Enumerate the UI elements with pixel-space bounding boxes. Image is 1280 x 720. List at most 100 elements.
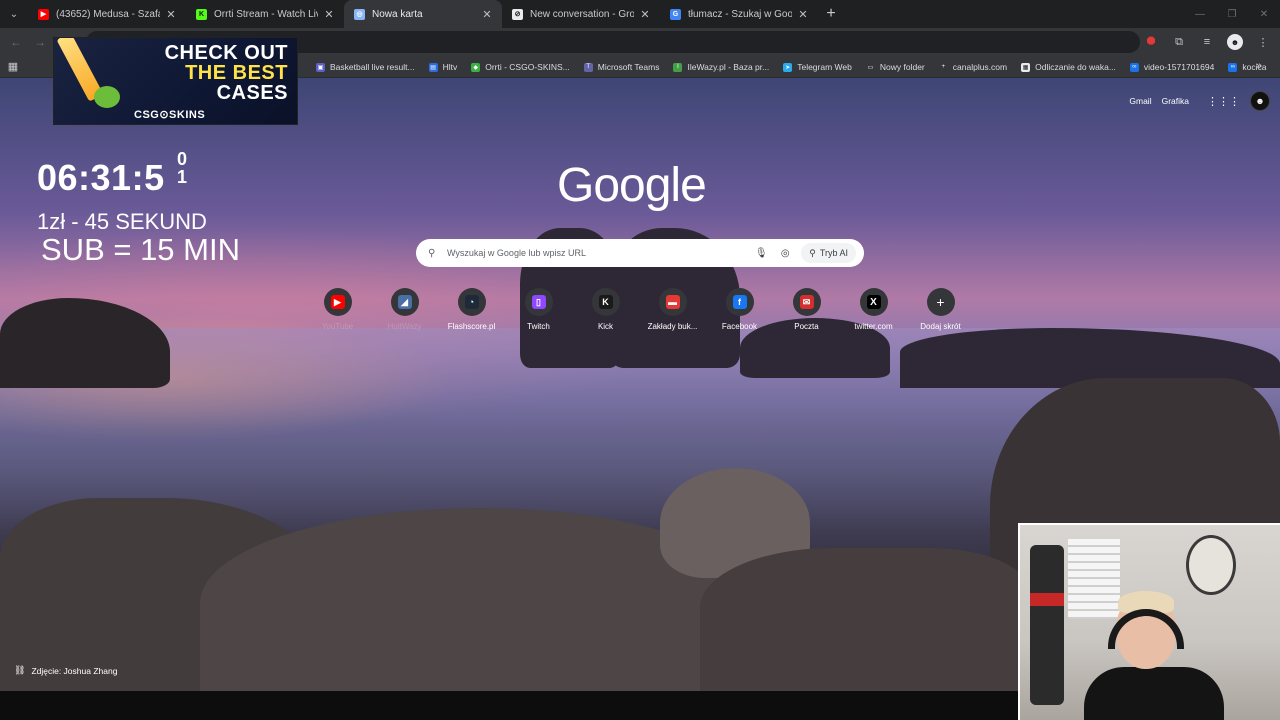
tab-3[interactable]: ⊘ New conversation - Grok ✕ [502, 0, 660, 28]
tab-strip: ⌄ ▶ (43652) Medusa - Szafa (prod. V ✕ K Orrt… [0, 0, 1280, 28]
toolbar-actions: ⯃ ⧉ ≡ ☻ ⋮ [1140, 30, 1274, 54]
photo-credit[interactable]: ⛓ Zdjęcie: Joshua Zhang [14, 665, 117, 676]
sub-rate-text: SUB = 15 MIN [41, 232, 240, 267]
shortcut-label: Kick [597, 322, 614, 331]
shortcut-icon: ✉ [799, 295, 814, 309]
shortcut-tile[interactable]: ◢ HoltWazy [371, 288, 438, 331]
bookmark-item[interactable]: + canalplus.com [933, 57, 1013, 77]
bookmark-item[interactable]: T Microsoft Teams [578, 57, 666, 77]
forward-icon[interactable]: → [28, 30, 52, 54]
account-avatar[interactable]: ☻ [1250, 91, 1270, 111]
bookmark-item[interactable]: ∞ video-1571701694 [1124, 57, 1220, 77]
tab-list: ▶ (43652) Medusa - Szafa (prod. V ✕ K Orrti … [28, 0, 818, 28]
shortcut-tile[interactable]: + Dodaj skrót [907, 288, 974, 331]
extensions-puzzle-icon[interactable]: ⧉ [1168, 31, 1190, 53]
tab-close-icon[interactable]: ✕ [638, 8, 652, 21]
tab-title: New conversation - Grok [530, 8, 634, 20]
extension-red-icon[interactable]: ⯃ [1140, 31, 1162, 53]
microphone-icon[interactable]: 🎙 [749, 248, 773, 259]
shortcut-icon: ◔ [464, 295, 479, 309]
shortcut-tile[interactable]: ▬ Zakłady buk... [639, 288, 706, 331]
shortcut-icon: K [598, 295, 613, 309]
media-controls-icon[interactable]: ≡ [1196, 31, 1218, 53]
tab-0[interactable]: ▶ (43652) Medusa - Szafa (prod. V ✕ [28, 0, 186, 28]
bookmark-label: Basketball live result... [330, 62, 415, 72]
shortcut-label: Dodaj skrót [920, 322, 961, 331]
csgoskins-ad-banner: CHECK OUT THE BEST CASES CSG⊙SKINS [53, 37, 298, 125]
tab-title: Orrti Stream - Watch Live on Kick [214, 8, 318, 20]
ntp-top-links: Gmail Grafika ⋮⋮⋮ ☻ [1129, 91, 1270, 111]
tab-close-icon[interactable]: ✕ [322, 8, 336, 21]
tab-2[interactable]: ◎ Nowa karta ✕ [344, 0, 502, 28]
shortcut-icon: + [936, 294, 945, 310]
images-link[interactable]: Grafika [1162, 96, 1189, 106]
bookmark-item[interactable]: ◆ Orrti - CSGO-SKINS... [465, 57, 576, 77]
shortcut-tile[interactable]: f Facebook [706, 288, 773, 331]
new-tab-button[interactable]: + [818, 1, 844, 27]
shortcut-tile[interactable]: Xtwitter.com [840, 288, 907, 331]
apps-grid-icon[interactable]: ▦ [0, 60, 26, 73]
bookmark-label: canalplus.com [952, 62, 1008, 72]
tab-favicon-icon: K [196, 8, 207, 20]
timer-rolling-digit: 0 1 [171, 150, 193, 186]
bookmark-item[interactable]: I IleWazy.pl - Baza pr... [667, 57, 775, 77]
shortcut-tile[interactable]: ▯ Twitch [505, 288, 572, 331]
shortcut-tile[interactable]: ✉ Poczta [773, 288, 840, 331]
bookmark-item[interactable]: ▭ Nowy folder [860, 57, 931, 77]
shortcut-tiles: ▶ YouTube ◢ HoltWazy ◔ Flashscore.pl ▯ Twitch K K… [304, 288, 974, 331]
bookmark-item[interactable]: ▣ Basketball live result... [310, 57, 421, 77]
tab-close-icon[interactable]: ✕ [796, 8, 810, 21]
tab-close-icon[interactable]: ✕ [164, 8, 178, 21]
bookmark-item[interactable]: ▦ Odliczanie do waka... [1015, 57, 1122, 77]
shortcut-icon: ▯ [531, 295, 546, 309]
bookmark-favicon-icon: ▦ [1021, 62, 1031, 72]
bookmark-label: Telegram Web [797, 62, 852, 72]
search-input[interactable] [442, 248, 750, 258]
shortcut-label: Facebook [721, 322, 758, 331]
minimize-icon[interactable]: — [1184, 0, 1216, 28]
bookmarks-overflow-icon[interactable]: » [1256, 60, 1262, 72]
bookmark-item[interactable]: ➤ Telegram Web [777, 57, 858, 77]
shortcut-tile[interactable]: ▶ YouTube [304, 288, 371, 331]
gmail-link[interactable]: Gmail [1129, 96, 1151, 106]
shortcut-icon: X [866, 295, 881, 309]
webcam-wall-clock [1186, 535, 1236, 595]
shortcut-tile[interactable]: K Kick [572, 288, 639, 331]
bookmark-favicon-icon: I [673, 62, 683, 72]
back-icon[interactable]: ← [4, 30, 28, 54]
timer-digit-bottom: 1 [176, 167, 187, 187]
maximize-icon[interactable]: ❐ [1216, 0, 1248, 28]
profile-avatar[interactable]: ☻ [1224, 31, 1246, 53]
search-box[interactable]: ⚲ 🎙 ◎ ⚲ Tryb AI [416, 239, 864, 267]
photo-credit-label: Zdjęcie: Joshua Zhang [31, 665, 118, 676]
ai-mode-button[interactable]: ⚲ Tryb AI [801, 243, 856, 263]
tab-title: (43652) Medusa - Szafa (prod. V [56, 8, 160, 20]
shortcut-icon: ▶ [330, 295, 345, 309]
shortcut-label: Flashscore.pl [447, 322, 496, 331]
google-lens-icon[interactable]: ◎ [773, 248, 797, 259]
tab-title: Nowa karta [372, 8, 423, 20]
bookmark-item[interactable]: ▤ Hltv [423, 57, 464, 77]
link-icon: ⛓ [14, 665, 26, 675]
close-window-icon[interactable]: ✕ [1248, 0, 1280, 28]
bookmark-favicon-icon: ▭ [865, 62, 875, 72]
shortcut-circle: + [926, 288, 955, 316]
bookmark-label: Odliczanie do waka... [1035, 62, 1116, 72]
shortcut-label: Poczta [794, 322, 819, 331]
shortcut-label: HoltWazy [387, 322, 422, 331]
shortcut-tile[interactable]: ◔ Flashscore.pl [438, 288, 505, 331]
tab-4[interactable]: Gtłumacz - Szukaj w Google ✕ [660, 0, 818, 28]
bookmark-label: Hltv [442, 62, 458, 72]
webcam-punching-bag [1030, 545, 1064, 705]
bookmark-label: Orrti - CSGO-SKINS... [485, 62, 570, 72]
tab-1[interactable]: K Orrti Stream - Watch Live on Kick ✕ [186, 0, 344, 28]
profile-avatar-icon: ☻ [1227, 34, 1243, 50]
menu-kebab-icon[interactable]: ⋮ [1252, 31, 1274, 53]
bookmark-item[interactable]: ∞ kocica [1222, 57, 1272, 77]
tab-favicon-icon: G [670, 8, 681, 20]
tab-search-icon[interactable]: ⌄ [0, 0, 28, 28]
tab-close-icon[interactable]: ✕ [480, 8, 494, 21]
google-apps-icon[interactable]: ⋮⋮⋮ [1207, 95, 1240, 108]
background-rock [700, 548, 1030, 691]
bookmark-favicon-icon: ▣ [316, 62, 325, 72]
